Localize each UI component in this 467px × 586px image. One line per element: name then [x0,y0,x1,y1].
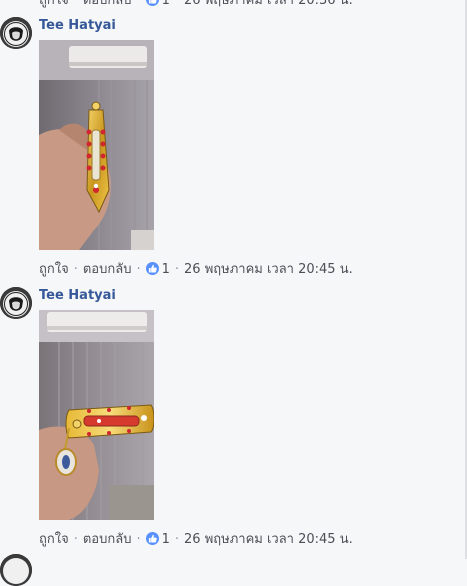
comment-actions: ถูกใจ · ตอบกลับ · 1 · 26 พฤษภาคม เวลา 20:45 น. [39,261,353,279]
comment-timestamp[interactable]: 26 พฤษภาคม เวลา 20:36 น. [184,0,353,8]
separator-dot: · [73,0,78,8]
comment-author[interactable]: Tee Hatyai [39,288,116,304]
separator-dot: · [174,262,180,277]
separator-dot: · [174,532,180,547]
thumbs-up-icon[interactable] [145,0,159,6]
comment-photo[interactable] [39,310,154,520]
comment-timestamp[interactable]: 26 พฤษภาคม เวลา 20:45 น. [184,262,353,277]
like-link[interactable]: ถูกใจ [39,262,69,277]
like-link[interactable]: ถูกใจ [39,532,69,547]
comment-actions: ถูกใจ · ตอบกลับ · 1 · 26 พฤษภาคม เวลา 20:36 น. [39,0,353,10]
avatar[interactable] [0,17,32,49]
comment-author[interactable]: Tee Hatyai [39,18,116,34]
reaction-count[interactable]: 1 [162,0,170,8]
like-link[interactable]: ถูกใจ [39,0,69,8]
comment-actions: ถูกใจ · ตอบกลับ · 1 · 26 พฤษภาคม เวลา 20:45 น. [39,531,353,549]
comment-timestamp[interactable]: 26 พฤษภาคม เวลา 20:45 น. [184,532,353,547]
comment-photo[interactable] [39,40,154,250]
reply-link[interactable]: ตอบกลับ [83,532,132,547]
avatar[interactable] [0,287,32,319]
reaction-count[interactable]: 1 [162,532,170,547]
separator-dot: · [73,532,78,547]
separator-dot: · [73,262,78,277]
thumbs-up-icon[interactable] [145,262,159,275]
reply-link[interactable]: ตอบกลับ [83,0,132,8]
separator-dot: · [136,262,141,277]
reaction-count[interactable]: 1 [162,262,170,277]
separator-dot: · [136,0,141,8]
separator-dot: · [174,0,180,8]
reply-link[interactable]: ตอบกลับ [83,262,132,277]
separator-dot: · [136,532,141,547]
thumbs-up-icon[interactable] [145,532,159,545]
